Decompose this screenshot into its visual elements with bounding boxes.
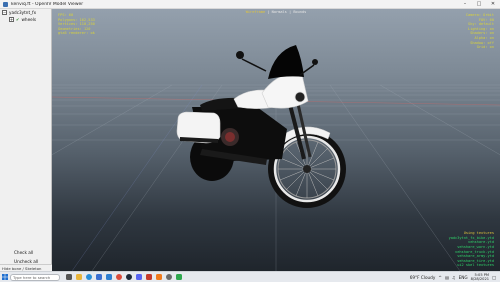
stats-line: gta5 renderer: ok: [58, 31, 95, 36]
chrome-icon[interactable]: [114, 272, 124, 282]
app-icon-extra[interactable]: [174, 272, 184, 282]
openiv-taskbar-icon[interactable]: [144, 272, 154, 282]
render-mode-active[interactable]: Wireframe: [246, 10, 265, 14]
expand-icon[interactable]: +: [9, 17, 14, 22]
network-icon[interactable]: ▤: [445, 275, 449, 280]
check-all-button[interactable]: Check all: [4, 248, 48, 256]
discord-icon[interactable]: [134, 272, 144, 282]
screen: kenviq.ft - OpenIV Model Viewer – □ ✕ − …: [0, 0, 500, 282]
collapse-icon[interactable]: −: [2, 10, 7, 15]
language-indicator[interactable]: ENG: [459, 275, 468, 280]
model-tree-panel: − yadc3ytnt_fx + ✔ wheels Check all Unch…: [0, 9, 52, 266]
tree-item-label: wheels: [21, 17, 37, 22]
file-explorer-icon[interactable]: [74, 272, 84, 282]
settings-line: Grid: on: [476, 45, 494, 50]
window-titlebar: kenviq.ft - OpenIV Model Viewer – □ ✕: [0, 0, 500, 9]
tree-item-root[interactable]: − yadc3ytnt_fx: [0, 9, 51, 16]
task-view-icon[interactable]: [64, 272, 74, 282]
taskbar-search-input[interactable]: Type here to search: [10, 273, 60, 281]
motorcycle-model[interactable]: [52, 9, 500, 271]
notifications-icon[interactable]: □: [492, 275, 496, 280]
clock-date: 8/28/2021: [470, 277, 490, 281]
close-button[interactable]: ✕: [486, 0, 500, 9]
tree-item-label: yadc3ytnt_fx: [9, 10, 37, 15]
3d-viewport[interactable]: Wireframe | Normals | Bounds FPS: 60 Poly…: [52, 9, 500, 271]
windows-taskbar: Type here to search 69°F Cloudy ^ ▤ ♫ EN…: [0, 271, 500, 282]
settings-icon[interactable]: [164, 272, 174, 282]
media-player-icon[interactable]: [154, 272, 164, 282]
status-bar: Hide bone / Skeleton: [0, 264, 52, 271]
settings-overlay: Camera: Orbit FOV: 60 Sky: default Lighting…: [466, 13, 494, 50]
edge-icon[interactable]: [84, 272, 94, 282]
texture-line: ui2 skel textures: [457, 263, 494, 268]
mail-icon[interactable]: [104, 272, 114, 282]
steam-icon[interactable]: [124, 272, 134, 282]
system-tray: 69°F Cloudy ^ ▤ ♫ ENG 5:05 PM 8/28/2021 …: [410, 273, 500, 281]
status-text: Hide bone / Skeleton: [2, 265, 42, 271]
windows-logo-icon: [2, 274, 8, 280]
weather-widget[interactable]: 69°F Cloudy: [410, 275, 436, 280]
chevron-up-icon[interactable]: ^: [438, 275, 442, 280]
openiv-app-icon: [3, 1, 8, 7]
volume-icon[interactable]: ♫: [452, 275, 456, 280]
minimize-button[interactable]: –: [458, 0, 472, 9]
render-mode-bar: Wireframe | Normals | Bounds: [245, 10, 307, 14]
start-button[interactable]: [0, 272, 10, 282]
texture-overlay: Using textures yadc3ytnt_fx_bike.ytd vehs…: [449, 231, 494, 268]
maximize-button[interactable]: □: [472, 0, 486, 9]
clock[interactable]: 5:05 PM 8/28/2021: [471, 273, 489, 281]
store-icon[interactable]: [94, 272, 104, 282]
stats-overlay: FPS: 60 Polygons: 162,533 Vertices: 110,25…: [58, 13, 95, 36]
search-placeholder: Type here to search: [13, 274, 51, 280]
tree-item-wheels[interactable]: + ✔ wheels: [0, 16, 51, 23]
settings-line: Camera: Orbit: [465, 13, 494, 17]
window-title: kenviq.ft - OpenIV Model Viewer: [11, 1, 84, 7]
visibility-checkbox[interactable]: ✔: [16, 17, 20, 22]
